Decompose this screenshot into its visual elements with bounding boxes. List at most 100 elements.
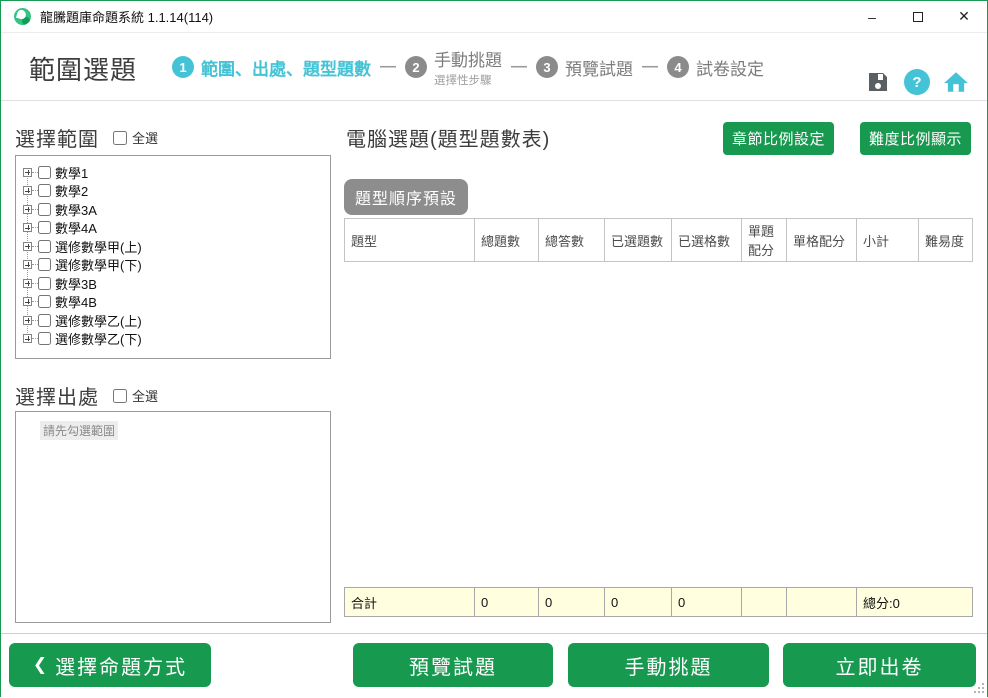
total-answers-value: 0 <box>539 588 605 617</box>
page-title: 範圍選題 <box>29 50 137 87</box>
table-body-empty <box>345 262 973 588</box>
range-select-all-checkbox[interactable] <box>113 131 127 145</box>
step-2-sublabel: 選擇性步驟 <box>434 72 492 88</box>
tree-item[interactable]: 數學3B <box>22 274 326 293</box>
expand-plus-icon[interactable] <box>23 334 32 343</box>
col-header-difficulty: 難易度 <box>919 219 973 262</box>
resize-grip[interactable] <box>974 683 984 693</box>
source-select-all-label[interactable]: 全選 <box>132 386 158 405</box>
home-icon <box>943 69 969 95</box>
help-button[interactable]: ? <box>904 69 930 95</box>
tree-item[interactable]: 數學4A <box>22 219 326 238</box>
expand-plus-icon[interactable] <box>23 316 32 325</box>
source-select-all-checkbox[interactable] <box>113 389 127 403</box>
tree-item[interactable]: 選修數學乙(下) <box>22 330 326 349</box>
selected-questions-value: 0 <box>605 588 672 617</box>
tree-item-checkbox[interactable] <box>38 258 51 271</box>
range-section-header: 選擇範圍 全選 <box>15 123 158 152</box>
preview-questions-button[interactable]: 預覽試題 <box>353 643 553 687</box>
step-3-circle: 3 <box>536 56 558 78</box>
range-section-title: 選擇範圍 <box>15 123 99 152</box>
tree-item-label[interactable]: 數學3A <box>55 200 97 219</box>
difficulty-ratio-button[interactable]: 難度比例顯示 <box>860 122 971 155</box>
tree-item-label[interactable]: 數學1 <box>55 163 88 182</box>
tree-item-checkbox[interactable] <box>38 166 51 179</box>
tree-item-checkbox[interactable] <box>38 314 51 327</box>
tree-item[interactable]: 數學4B <box>22 293 326 312</box>
step-dash: — <box>642 58 658 76</box>
maximize-button[interactable] <box>895 1 941 32</box>
col-header-selected-cells: 已選格數 <box>672 219 742 262</box>
maximize-icon <box>913 12 923 22</box>
tree-item[interactable]: 選修數學甲(上) <box>22 237 326 256</box>
expand-plus-icon[interactable] <box>23 205 32 214</box>
tree-item[interactable]: 數學3A <box>22 200 326 219</box>
minimize-button[interactable]: – <box>849 1 895 32</box>
table-header-row: 題型 總題數 總答數 已選題數 已選格數 單題配分 單格配分 小計 難易度 <box>345 219 973 262</box>
step-dash: — <box>511 58 527 76</box>
total-questions-value: 0 <box>475 588 539 617</box>
back-select-method-button[interactable]: ❮ 選擇命題方式 <box>9 643 211 687</box>
source-hint: 請先勾選範圍 <box>40 421 118 440</box>
tree-item-checkbox[interactable] <box>38 221 51 234</box>
per-question-score-value <box>742 588 787 617</box>
expand-plus-icon[interactable] <box>23 279 32 288</box>
per-cell-score-value <box>787 588 857 617</box>
total-score-value: 總分:0 <box>857 588 973 617</box>
manual-pick-button[interactable]: 手動挑題 <box>568 643 769 687</box>
tree-item-checkbox[interactable] <box>38 295 51 308</box>
tree-item-label[interactable]: 選修數學乙(下) <box>55 329 142 348</box>
step-2-circle: 2 <box>405 56 427 78</box>
range-select-all-label[interactable]: 全選 <box>132 128 158 147</box>
step-1-range: 1 範圍、出處、題型題數 <box>172 55 371 80</box>
home-button[interactable] <box>943 69 969 95</box>
tree-item-label[interactable]: 選修數學甲(上) <box>55 237 142 256</box>
step-4-settings: 4 試卷設定 <box>667 55 764 80</box>
step-4-circle: 4 <box>667 56 689 78</box>
generate-exam-button[interactable]: 立即出卷 <box>783 643 976 687</box>
expand-plus-icon[interactable] <box>23 223 32 232</box>
tree-item[interactable]: 數學2 <box>22 182 326 201</box>
expand-plus-icon[interactable] <box>23 186 32 195</box>
col-header-total-answers: 總答數 <box>539 219 605 262</box>
tree-item-label[interactable]: 數學2 <box>55 181 88 200</box>
tree-item-checkbox[interactable] <box>38 277 51 290</box>
tree-item-label[interactable]: 數學4A <box>55 218 97 237</box>
step-indicator: 1 範圍、出處、題型題數 — 2 手動挑題 選擇性步驟 — 3 預覽試題 — 4… <box>172 33 764 101</box>
close-button[interactable]: ✕ <box>941 1 987 32</box>
total-label: 合計 <box>345 588 475 617</box>
tree-item-checkbox[interactable] <box>38 203 51 216</box>
question-type-table: 題型 總題數 總答數 已選題數 已選格數 單題配分 單格配分 小計 難易度 合計… <box>344 218 973 617</box>
col-header-question-type: 題型 <box>345 219 475 262</box>
col-header-subtotal: 小計 <box>857 219 919 262</box>
type-order-default-button[interactable]: 題型順序預設 <box>344 179 468 215</box>
col-header-per-question-score: 單題配分 <box>742 219 787 262</box>
selected-cells-value: 0 <box>672 588 742 617</box>
range-tree[interactable]: 數學1 數學2 數學3A 數學4A 選修數學甲(上) <box>15 155 331 359</box>
expand-plus-icon[interactable] <box>23 242 32 251</box>
expand-plus-icon[interactable] <box>23 297 32 306</box>
tree-item-checkbox[interactable] <box>38 184 51 197</box>
tree-item[interactable]: 數學1 <box>22 163 326 182</box>
table-total-row: 合計 0 0 0 0 總分:0 <box>345 588 973 617</box>
step-1-label: 範圍、出處、題型題數 <box>201 55 371 80</box>
tree-item-label[interactable]: 數學4B <box>55 292 97 311</box>
tree-item[interactable]: 選修數學甲(下) <box>22 256 326 275</box>
step-4-label: 試卷設定 <box>696 55 764 80</box>
header: 範圍選題 1 範圍、出處、題型題數 — 2 手動挑題 選擇性步驟 — 3 預覽試… <box>1 33 987 101</box>
expand-plus-icon[interactable] <box>23 260 32 269</box>
window-title: 龍騰題庫命題系統 1.1.14(114) <box>40 7 213 26</box>
source-list[interactable]: 請先勾選範圍 <box>15 411 331 623</box>
tree-item-label[interactable]: 數學3B <box>55 274 97 293</box>
tree-item-checkbox[interactable] <box>38 240 51 253</box>
tree-item-checkbox[interactable] <box>38 332 51 345</box>
step-3-preview: 3 預覽試題 <box>536 55 633 80</box>
col-header-total-questions: 總題數 <box>475 219 539 262</box>
save-button[interactable] <box>865 69 891 95</box>
expand-plus-icon[interactable] <box>23 168 32 177</box>
tree-item[interactable]: 選修數學乙(上) <box>22 311 326 330</box>
tree-item-label[interactable]: 選修數學甲(下) <box>55 255 142 274</box>
tree-item-label[interactable]: 選修數學乙(上) <box>55 311 142 330</box>
chapter-ratio-button[interactable]: 章節比例設定 <box>723 122 834 155</box>
step-1-circle: 1 <box>172 56 194 78</box>
